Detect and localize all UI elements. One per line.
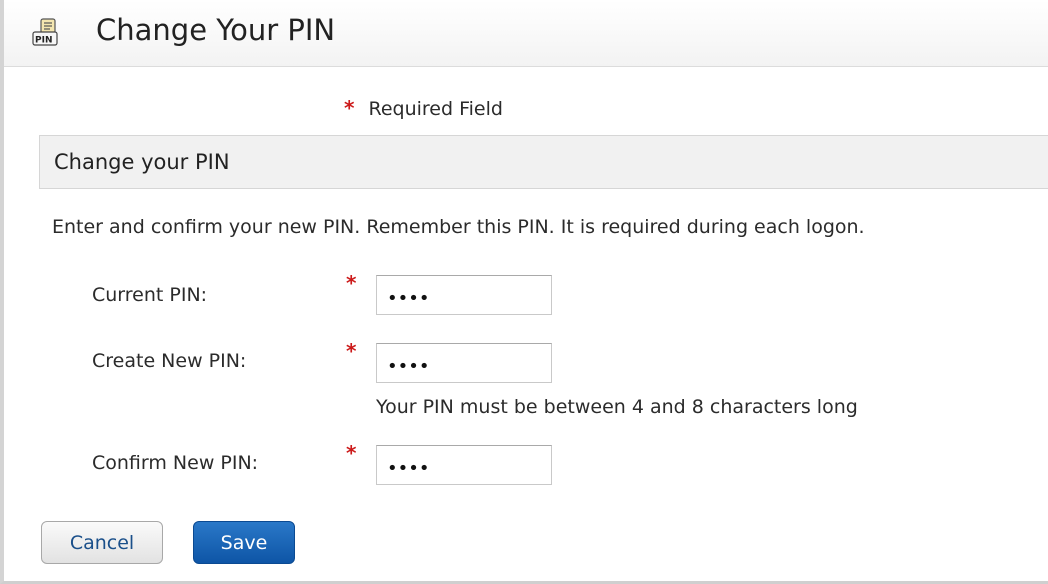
section-title: Change your PIN bbox=[54, 150, 230, 174]
confirm-pin-label: Confirm New PIN: bbox=[92, 452, 259, 474]
new-pin-required-marker: * bbox=[346, 339, 357, 363]
confirm-pin-input[interactable] bbox=[376, 445, 552, 485]
cancel-button[interactable]: Cancel bbox=[41, 521, 163, 564]
required-field-text: Required Field bbox=[368, 98, 503, 120]
required-marker: * bbox=[344, 96, 355, 120]
required-field-note: * Required Field bbox=[344, 96, 503, 120]
page-title: Change Your PIN bbox=[96, 13, 336, 47]
new-pin-input[interactable] bbox=[376, 343, 552, 383]
current-pin-required-marker: * bbox=[346, 271, 357, 295]
new-pin-label: Create New PIN: bbox=[92, 350, 247, 372]
pin-length-hint: Your PIN must be between 4 and 8 charact… bbox=[376, 396, 858, 418]
pin-pad-icon: PIN bbox=[32, 18, 58, 46]
current-pin-input[interactable] bbox=[376, 275, 552, 315]
current-pin-label: Current PIN: bbox=[92, 284, 208, 306]
section-header: Change your PIN bbox=[39, 135, 1048, 189]
save-button[interactable]: Save bbox=[193, 521, 295, 564]
page-header: PIN Change Your PIN bbox=[4, 0, 1048, 67]
confirm-pin-required-marker: * bbox=[346, 441, 357, 465]
instructions-text: Enter and confirm your new PIN. Remember… bbox=[52, 216, 865, 238]
pin-icon-text: PIN bbox=[35, 36, 52, 46]
